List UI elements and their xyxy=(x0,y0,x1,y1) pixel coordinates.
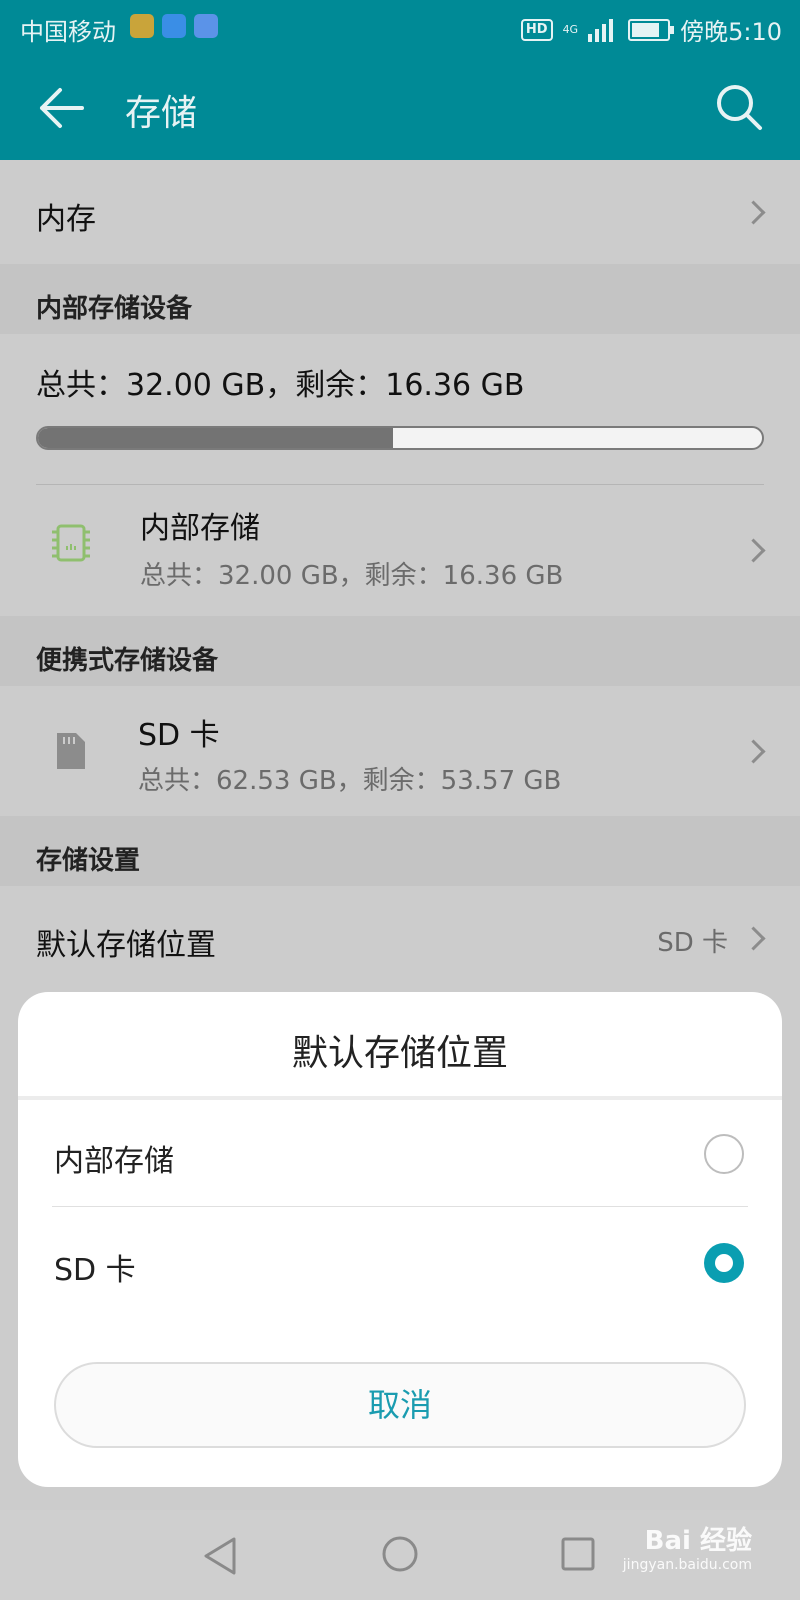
section-header-settings: 存储设置 xyxy=(0,816,800,886)
option-label: 内部存储 xyxy=(54,1144,174,1179)
chevron-right-icon xyxy=(741,926,766,951)
battery-icon xyxy=(628,18,675,41)
section-header-portable-label: 便携式存储设备 xyxy=(36,646,219,676)
chevron-right-icon xyxy=(741,200,766,225)
section-header-settings-label: 存储设置 xyxy=(36,846,141,876)
option-label: SD 卡 xyxy=(54,1253,136,1288)
section-header-internal-label: 内部存储设备 xyxy=(36,294,193,324)
internal-summary: 总共：32.00 GB，剩余：16.36 GB xyxy=(36,368,525,403)
nav-recents-icon[interactable] xyxy=(560,1536,596,1572)
chevron-right-icon xyxy=(741,538,766,563)
nav-home-icon[interactable] xyxy=(380,1534,420,1574)
section-header-portable: 便携式存储设备 xyxy=(0,616,800,686)
search-icon[interactable] xyxy=(714,82,764,132)
radio-unselected[interactable] xyxy=(704,1134,744,1174)
status-right: HD 4G 傍晚5:10 xyxy=(520,12,782,47)
page-title: 存储 xyxy=(125,93,198,134)
default-location-dialog: 默认存储位置 内部存储 SD 卡 取消 xyxy=(18,992,782,1487)
sd-card-icon xyxy=(57,733,85,769)
dialog-title: 默认存储位置 xyxy=(291,1033,508,1074)
internal-storage-title: 内部存储 xyxy=(140,511,260,546)
status-bar: 中国移动 HD 4G 傍晚5:10 xyxy=(0,0,800,54)
memory-label: 内存 xyxy=(36,202,96,237)
sd-card-detail: 总共：62.53 GB，剩余：53.57 GB xyxy=(138,766,562,796)
signal-icon xyxy=(588,18,614,42)
back-arrow-icon[interactable] xyxy=(34,80,90,136)
default-location-label: 默认存储位置 xyxy=(36,928,216,963)
chevron-right-icon xyxy=(741,739,766,764)
carrier-label: 中国移动 xyxy=(20,18,116,46)
internal-storage-row[interactable]: 内部存储 总共：32.00 GB，剩余：16.36 GB xyxy=(0,485,800,616)
hd-badge: HD xyxy=(520,18,553,41)
storage-usage-fill xyxy=(38,428,393,448)
memory-row[interactable]: 内存 xyxy=(0,160,800,264)
internal-storage-card: 总共：32.00 GB，剩余：16.36 GB 内部存储 总共：32.00 GB… xyxy=(0,334,800,616)
section-header-internal: 内部存储设备 xyxy=(0,264,800,334)
video-app-icon xyxy=(130,14,154,38)
chip-icon xyxy=(52,524,90,562)
nav-back-icon[interactable] xyxy=(202,1536,238,1576)
baidu-watermark: Bai 经验 jingyan.baidu.com xyxy=(623,1520,752,1573)
default-location-value: SD 卡 xyxy=(657,928,728,958)
sd-card-row[interactable]: SD 卡 总共：62.53 GB，剩余：53.57 GB xyxy=(0,686,800,816)
option-sd-card[interactable]: SD 卡 xyxy=(18,1207,782,1313)
clock: 傍晚5:10 xyxy=(680,18,782,46)
music-app-icon xyxy=(194,14,218,38)
storage-usage-bar xyxy=(36,426,764,450)
app-bar: 存储 xyxy=(0,54,800,160)
option-internal-storage[interactable]: 内部存储 xyxy=(18,1100,782,1206)
radio-selected[interactable] xyxy=(704,1243,744,1283)
cancel-button[interactable]: 取消 xyxy=(54,1362,746,1448)
network-type: 4G xyxy=(562,23,579,36)
watermark-brand: Bai 经验 xyxy=(644,1526,752,1556)
notification-icons xyxy=(130,14,218,38)
sd-card-title: SD 卡 xyxy=(138,718,220,753)
internal-storage-detail: 总共：32.00 GB，剩余：16.36 GB xyxy=(140,561,564,591)
chat-app-icon xyxy=(162,14,186,38)
watermark-url: jingyan.baidu.com xyxy=(622,1557,752,1573)
